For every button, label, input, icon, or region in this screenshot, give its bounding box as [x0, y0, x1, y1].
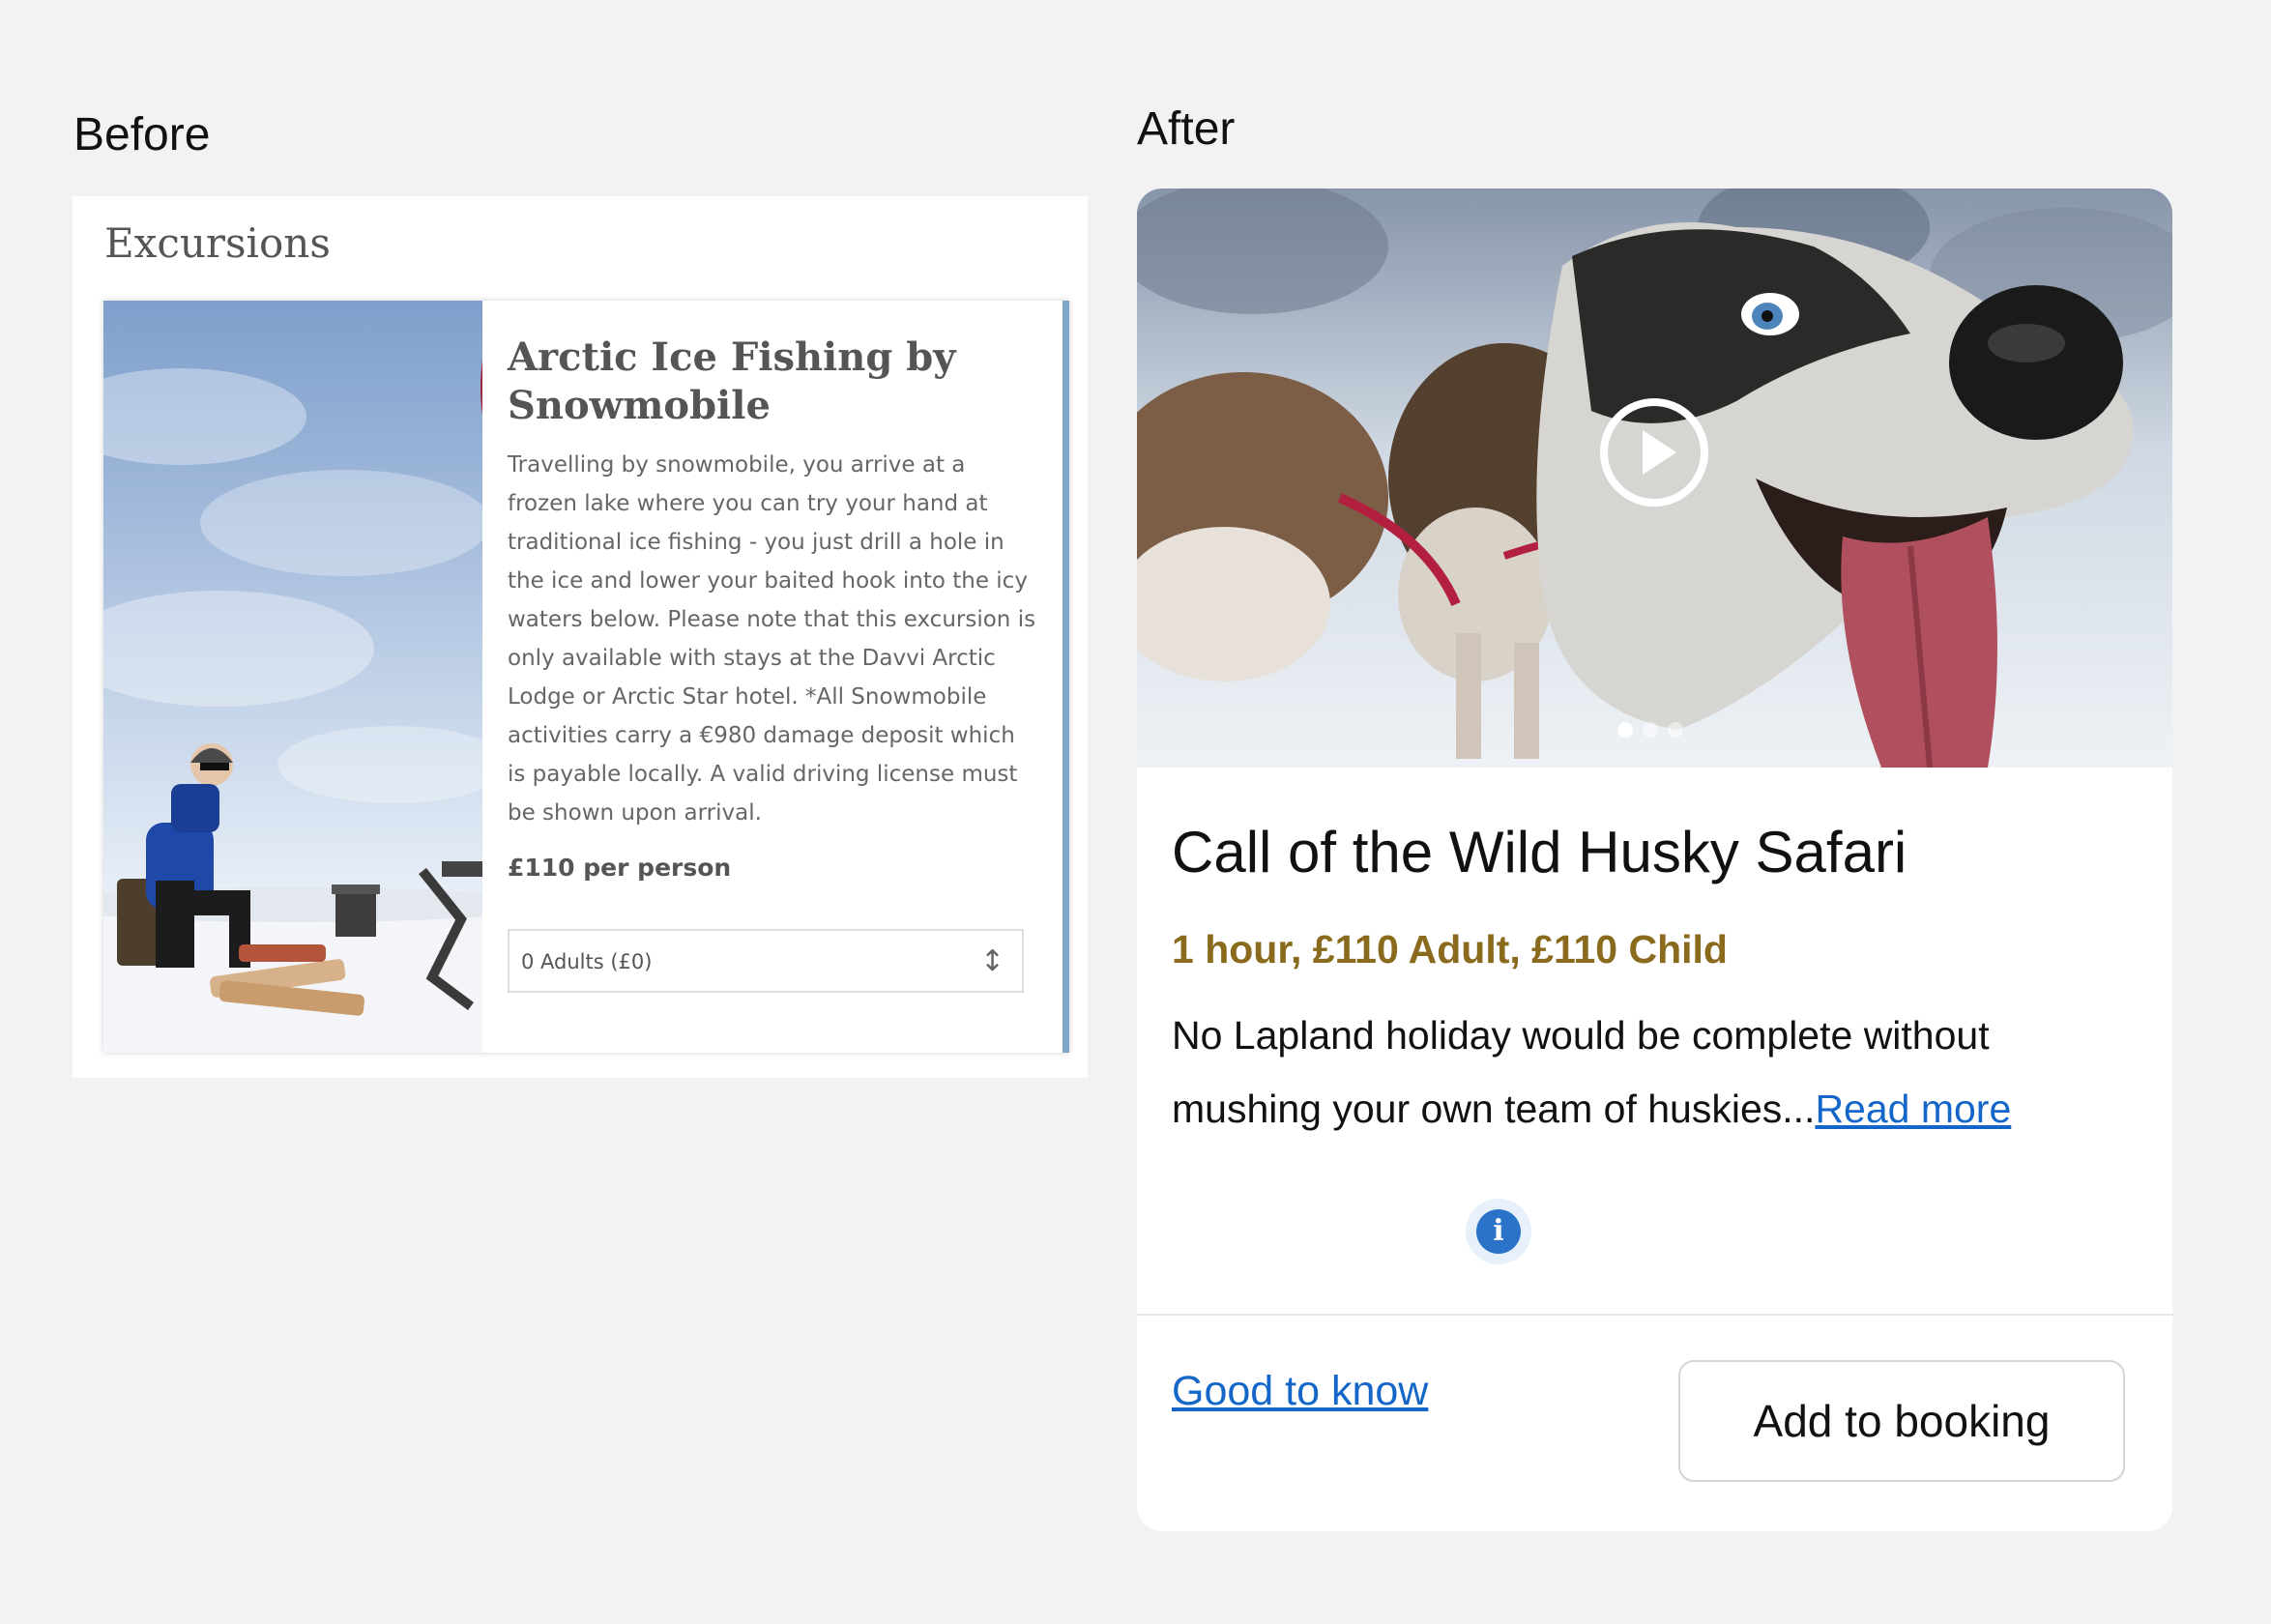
card-divider	[1137, 1314, 2172, 1316]
before-panel: Excursions Arctic Ice Fishing by Snowmob…	[73, 196, 1088, 1078]
excursion-description: Travelling by snowmobile, you arrive at …	[508, 452, 1036, 826]
carousel-dots	[1617, 722, 1693, 740]
adults-quantity-value: 0 Adults (£0)	[521, 950, 653, 973]
excursion-duration-price: 1 hour, £110 Adult, £110 Child	[1172, 927, 1728, 972]
excursion-description: No Lapland holiday would be complete wit…	[1172, 999, 2139, 1146]
carousel-dot[interactable]	[1617, 722, 1633, 738]
after-label: After	[1137, 103, 1236, 155]
excursion-title: Call of the Wild Husky Safari	[1172, 820, 1907, 884]
excursion-card-old: Arctic Ice Fishing by Snowmobile Travell…	[103, 301, 1069, 1053]
add-to-booking-button[interactable]: Add to booking	[1678, 1360, 2125, 1482]
carousel-dot[interactable]	[1643, 722, 1658, 738]
excursion-card-body: Arctic Ice Fishing by Snowmobile Travell…	[508, 334, 1037, 882]
ice-fishing-photo	[103, 301, 482, 1053]
carousel-dot[interactable]	[1668, 722, 1683, 738]
excursion-title: Arctic Ice Fishing by Snowmobile	[508, 334, 956, 428]
husky-photo	[1137, 188, 2172, 768]
play-video-button[interactable]	[1599, 397, 1709, 508]
before-label: Before	[73, 109, 211, 160]
info-icon[interactable]: i	[1476, 1209, 1521, 1254]
play-icon	[1600, 398, 1708, 507]
updown-arrow-icon: ↕	[979, 944, 1004, 978]
adults-quantity-select[interactable]: 0 Adults (£0) ↕	[508, 929, 1024, 993]
good-to-know-link[interactable]: Good to know	[1172, 1368, 1428, 1415]
excursion-price: £110 per person	[508, 854, 732, 882]
excursions-heading: Excursions	[104, 219, 331, 267]
excursion-card-new: Call of the Wild Husky Safari 1 hour, £1…	[1137, 188, 2172, 1531]
read-more-link[interactable]: Read more	[1815, 1087, 2011, 1131]
